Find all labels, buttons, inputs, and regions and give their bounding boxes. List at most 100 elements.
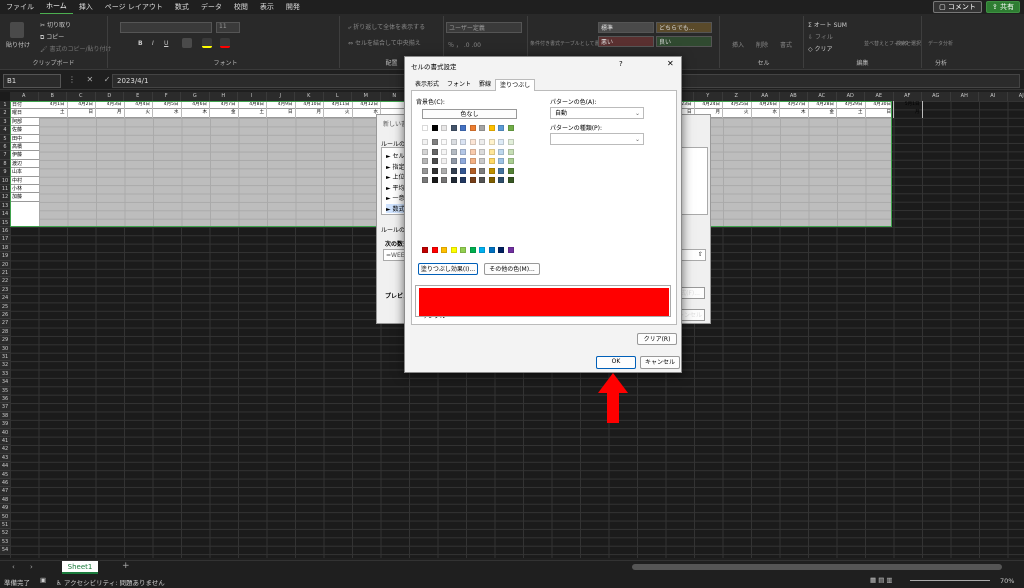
color-swatch[interactable] xyxy=(441,247,447,253)
row-header[interactable]: 30 xyxy=(0,344,10,353)
color-swatch[interactable] xyxy=(460,125,466,131)
pattern-type-select[interactable]: ⌄ xyxy=(550,133,644,145)
color-swatch[interactable] xyxy=(450,247,457,253)
row-header[interactable]: 53 xyxy=(0,537,10,547)
wrap-text-button[interactable]: ⤶ 折り返して全体を表示する xyxy=(348,22,425,32)
color-swatch[interactable] xyxy=(479,247,485,253)
column-header[interactable]: B xyxy=(38,92,67,101)
color-swatch[interactable] xyxy=(450,148,457,155)
row-header[interactable]: 48 xyxy=(0,495,10,505)
row-header[interactable]: 5 xyxy=(0,134,10,143)
color-swatch[interactable] xyxy=(498,177,504,183)
color-swatch[interactable] xyxy=(422,125,428,131)
color-swatch[interactable] xyxy=(469,177,476,183)
color-swatch[interactable] xyxy=(469,167,476,174)
help-button[interactable]: ? xyxy=(619,60,623,68)
view-normal-icon[interactable]: ▦ ▤ ▥ xyxy=(870,576,893,584)
rule-type-item[interactable]: ► 指定の値を含むセルだけを書式設定 xyxy=(386,162,404,171)
comment-button[interactable]: ▢ コメント xyxy=(933,1,982,13)
row-header[interactable]: 2 xyxy=(0,109,10,118)
color-swatch[interactable] xyxy=(498,139,504,145)
bold-button[interactable]: B xyxy=(138,40,143,47)
color-swatch[interactable] xyxy=(507,139,514,145)
rule-type-item[interactable]: ► セルの値に基づいてすべてのセルを書式設定 xyxy=(386,151,404,160)
color-swatch[interactable] xyxy=(488,167,495,174)
color-swatch[interactable] xyxy=(460,167,466,174)
style-good[interactable]: 良い xyxy=(656,36,712,47)
row-header[interactable]: 32 xyxy=(0,361,10,370)
color-swatch[interactable] xyxy=(422,177,428,183)
color-swatch[interactable] xyxy=(469,139,476,145)
row-header[interactable]: 40 xyxy=(0,428,10,437)
menu-tab[interactable]: ファイル xyxy=(0,0,40,14)
row-header[interactable]: 36 xyxy=(0,395,10,404)
style-standard[interactable]: 標準 xyxy=(598,22,654,33)
column-header[interactable]: AA xyxy=(751,92,780,101)
menu-tab[interactable]: 表示 xyxy=(254,0,280,14)
prev-sheet-icon[interactable]: ‹ xyxy=(12,563,15,571)
color-swatch[interactable] xyxy=(469,247,476,253)
column-header[interactable]: AE xyxy=(865,92,894,101)
column-header[interactable]: A xyxy=(10,92,39,101)
row-header[interactable]: 18 xyxy=(0,243,10,253)
underline-button[interactable]: U xyxy=(164,40,168,47)
row-header[interactable]: 28 xyxy=(0,327,10,337)
row-header[interactable]: 42 xyxy=(0,445,10,454)
fill-button[interactable]: ⇩ フィル xyxy=(808,32,833,41)
find-select-button[interactable]: 検索と選択 xyxy=(896,40,921,47)
cut-button[interactable]: ✂ 切り取り xyxy=(40,20,71,29)
color-swatch[interactable] xyxy=(507,148,514,155)
accessibility-status[interactable]: ♿ アクセシビリティ: 問題ありません xyxy=(56,577,165,587)
color-swatch[interactable] xyxy=(479,139,485,145)
font-size-select[interactable]: 11 xyxy=(216,22,240,33)
color-swatch[interactable] xyxy=(507,167,514,174)
style-neutral[interactable]: どちらでも... xyxy=(656,22,712,33)
row-header[interactable]: 50 xyxy=(0,512,10,521)
color-swatch[interactable] xyxy=(479,167,485,174)
column-header[interactable]: K xyxy=(295,92,324,101)
column-header[interactable]: AI xyxy=(979,92,1008,101)
color-swatch[interactable] xyxy=(507,177,514,183)
cancel-button[interactable]: キャンセル xyxy=(640,356,680,369)
color-swatch[interactable] xyxy=(441,158,447,164)
number-format-buttons[interactable]: ％ ， .0 .00 xyxy=(448,40,481,49)
menu-tab[interactable]: ホーム xyxy=(40,0,73,15)
number-format-select[interactable]: ユーザー定義 xyxy=(446,22,522,33)
column-header[interactable]: AH xyxy=(950,92,979,101)
dialog-tab[interactable]: 表示形式 xyxy=(411,79,443,91)
color-swatch[interactable] xyxy=(498,148,504,155)
row-header[interactable]: 19 xyxy=(0,252,10,261)
row-header[interactable]: 16 xyxy=(0,227,10,236)
menu-tab[interactable]: 校閲 xyxy=(228,0,254,14)
color-swatch[interactable] xyxy=(488,247,495,253)
color-swatch[interactable] xyxy=(498,167,504,174)
row-header[interactable]: 41 xyxy=(0,437,10,446)
row-header[interactable]: 20 xyxy=(0,260,10,269)
color-swatch[interactable] xyxy=(441,125,447,131)
zoom-slider[interactable] xyxy=(910,580,990,581)
dialog-tab[interactable]: 罫線 xyxy=(475,79,495,91)
column-header[interactable]: AG xyxy=(922,92,951,101)
row-header[interactable]: 39 xyxy=(0,420,10,429)
rule-type-item[interactable]: ► 上位または下位に入る値だけを書式設定 xyxy=(386,172,404,181)
font-color-icon[interactable] xyxy=(220,38,230,48)
color-swatch[interactable] xyxy=(441,139,447,145)
color-swatch[interactable] xyxy=(479,148,485,155)
sheet-tab-sheet1[interactable]: Sheet1 xyxy=(62,561,98,574)
data-analysis-button[interactable]: データ分析 xyxy=(928,40,953,47)
row-header[interactable]: 35 xyxy=(0,386,10,395)
column-header[interactable]: L xyxy=(323,92,352,101)
delete-cells-button[interactable]: 削除 xyxy=(756,40,768,49)
italic-button[interactable]: I xyxy=(152,40,154,47)
column-header[interactable]: AC xyxy=(808,92,837,101)
color-swatch[interactable] xyxy=(450,158,457,164)
row-header[interactable]: 22 xyxy=(0,277,10,286)
color-swatch[interactable] xyxy=(431,139,438,145)
rule-type-item[interactable]: ► 一意の値または重複する値だけを書式設定 xyxy=(386,193,404,202)
row-header[interactable]: 15 xyxy=(0,218,10,227)
color-swatch[interactable] xyxy=(431,167,438,174)
color-swatch[interactable] xyxy=(469,158,476,164)
copy-button[interactable]: ⧉ コピー xyxy=(40,32,64,42)
row-header[interactable]: 3 xyxy=(0,117,10,127)
paste-icon[interactable] xyxy=(10,22,24,38)
